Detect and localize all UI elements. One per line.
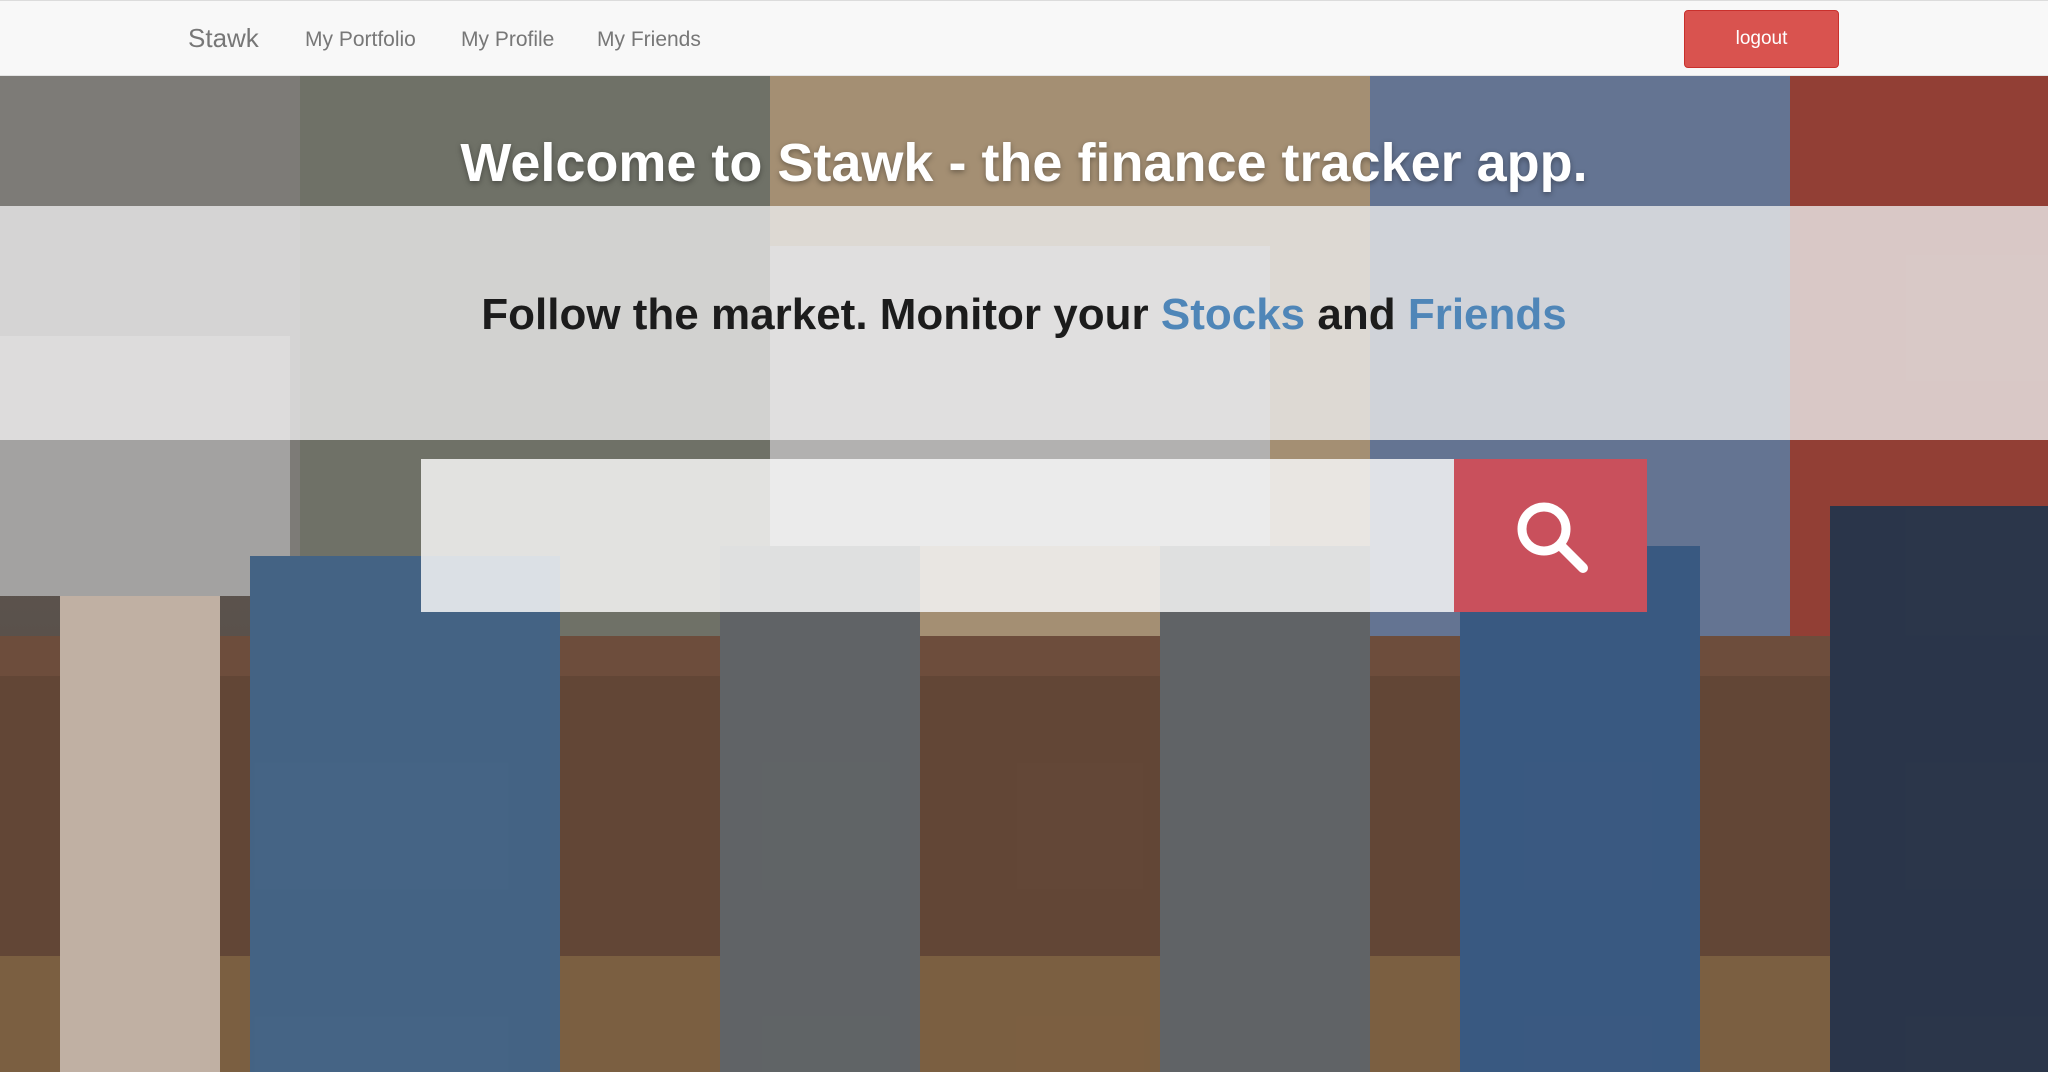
nav-my-portfolio[interactable]: My Portfolio — [305, 28, 416, 52]
search-input[interactable] — [421, 459, 1454, 612]
tagline-and: and — [1305, 290, 1408, 339]
tagline: Follow the market. Monitor your Stocks a… — [0, 290, 2048, 340]
logout-button[interactable]: logout — [1684, 10, 1839, 68]
hero-section: Welcome to Stawk - the finance tracker a… — [0, 76, 2048, 1072]
search-icon — [1517, 502, 1588, 573]
search-button[interactable] — [1454, 459, 1647, 612]
navbar: Stawk My Portfolio My Profile My Friends… — [0, 0, 2048, 76]
brand-logo[interactable]: Stawk — [188, 23, 259, 54]
welcome-heading: Welcome to Stawk - the finance tracker a… — [460, 133, 1588, 193]
tagline-stocks-link: Stocks — [1160, 290, 1306, 339]
nav-my-profile[interactable]: My Profile — [461, 28, 554, 52]
nav-my-friends[interactable]: My Friends — [597, 28, 701, 52]
tagline-prefix: Follow the market. Monitor your — [481, 290, 1161, 339]
tagline-band: Follow the market. Monitor your Stocks a… — [0, 206, 2048, 440]
tagline-friends-link: Friends — [1407, 290, 1567, 339]
